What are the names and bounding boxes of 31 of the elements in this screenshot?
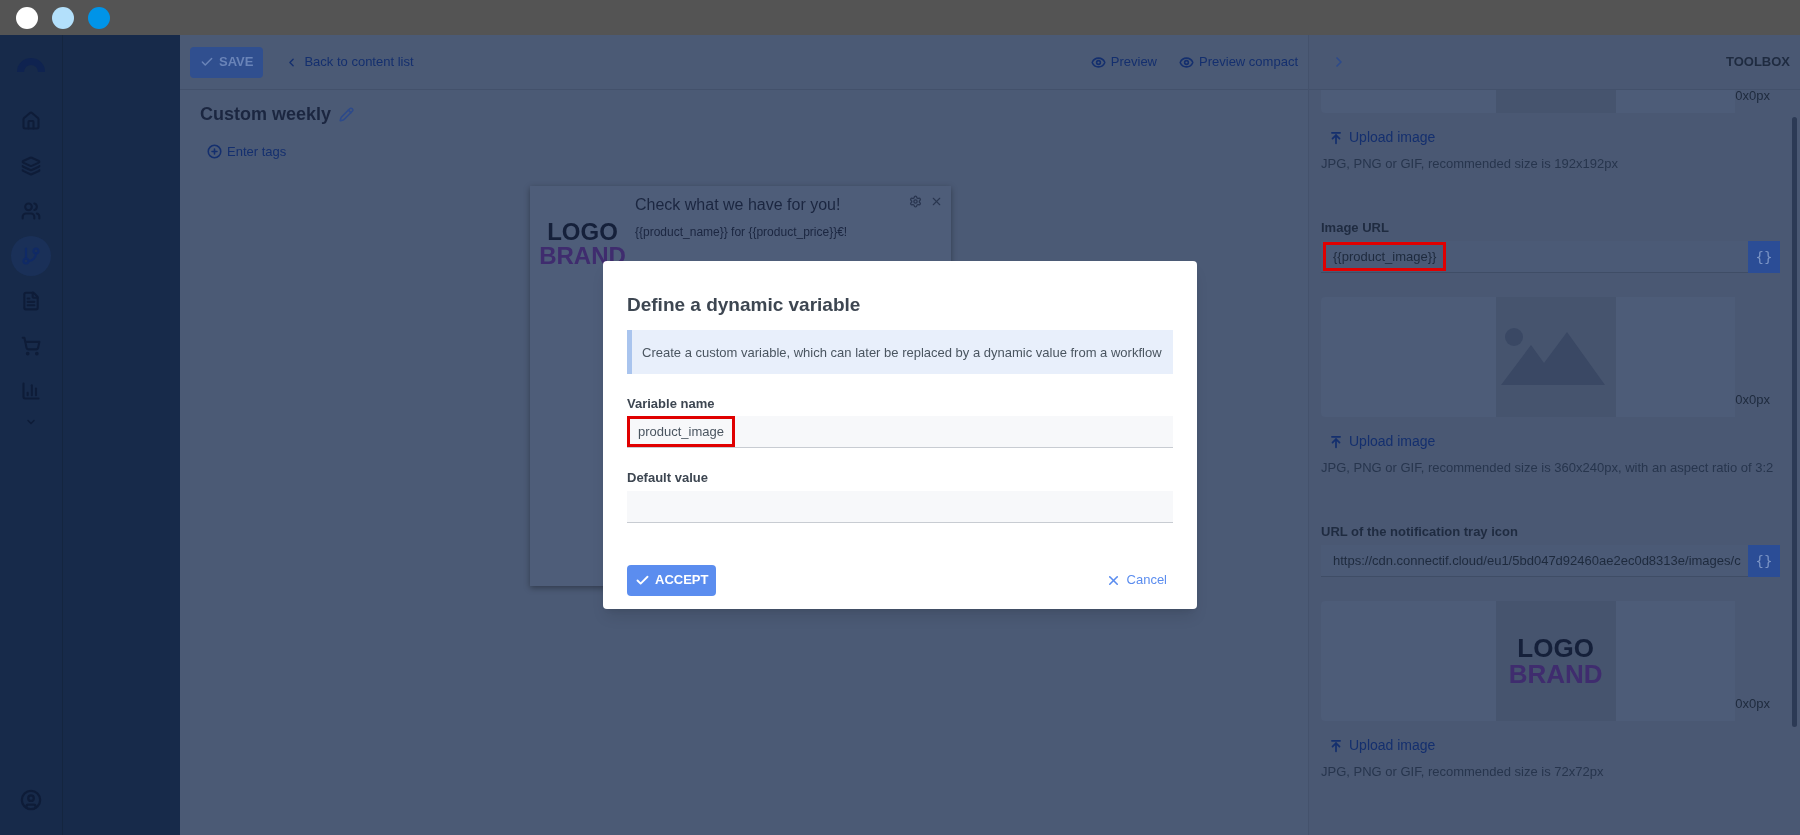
notification-body: {{product_name}} for {{product_price}}€! — [635, 223, 849, 241]
text-field[interactable] — [627, 490, 1173, 523]
check-icon — [200, 55, 214, 69]
upload-icon — [1329, 738, 1343, 753]
url-value: {{product_image}} — [1323, 241, 1447, 272]
dialog-title: Define a dynamic variable — [627, 293, 862, 317]
logo-text: LOGO — [547, 219, 618, 244]
accept-button[interactable]: ACCEPT — [627, 564, 717, 596]
text-field[interactable]: product_image — [627, 416, 1173, 448]
upload-icon — [1329, 130, 1343, 145]
upload-icon — [1329, 434, 1343, 449]
url-field[interactable]: {{product_image}} — [1321, 241, 1748, 273]
info-message: Create a custom variable, which can later be replaced by a dynamic value from a workflow — [642, 344, 1162, 360]
settings-icon[interactable] — [909, 194, 922, 208]
save-button[interactable]: SAVE — [190, 46, 264, 78]
edit-icon[interactable] — [339, 107, 355, 122]
field-label: Default value — [627, 469, 709, 487]
field-label: Variable name — [627, 394, 716, 413]
preview-link[interactable]: Preview — [1090, 52, 1157, 72]
variable-button[interactable]: {} — [1748, 545, 1780, 577]
nav-item[interactable] — [11, 236, 51, 276]
notification-title: Check what we have for you! — [635, 194, 842, 215]
scrollbar[interactable] — [1792, 117, 1797, 727]
eye-icon — [1179, 54, 1194, 70]
eye-icon — [1090, 54, 1106, 70]
window-control[interactable] — [16, 6, 38, 29]
variable-button[interactable]: {} — [1748, 241, 1780, 273]
cancel-button[interactable]: Cancel — [1105, 570, 1167, 590]
window-control[interactable] — [52, 6, 74, 29]
plus-icon — [207, 144, 222, 160]
field-value: product_image — [627, 415, 735, 448]
